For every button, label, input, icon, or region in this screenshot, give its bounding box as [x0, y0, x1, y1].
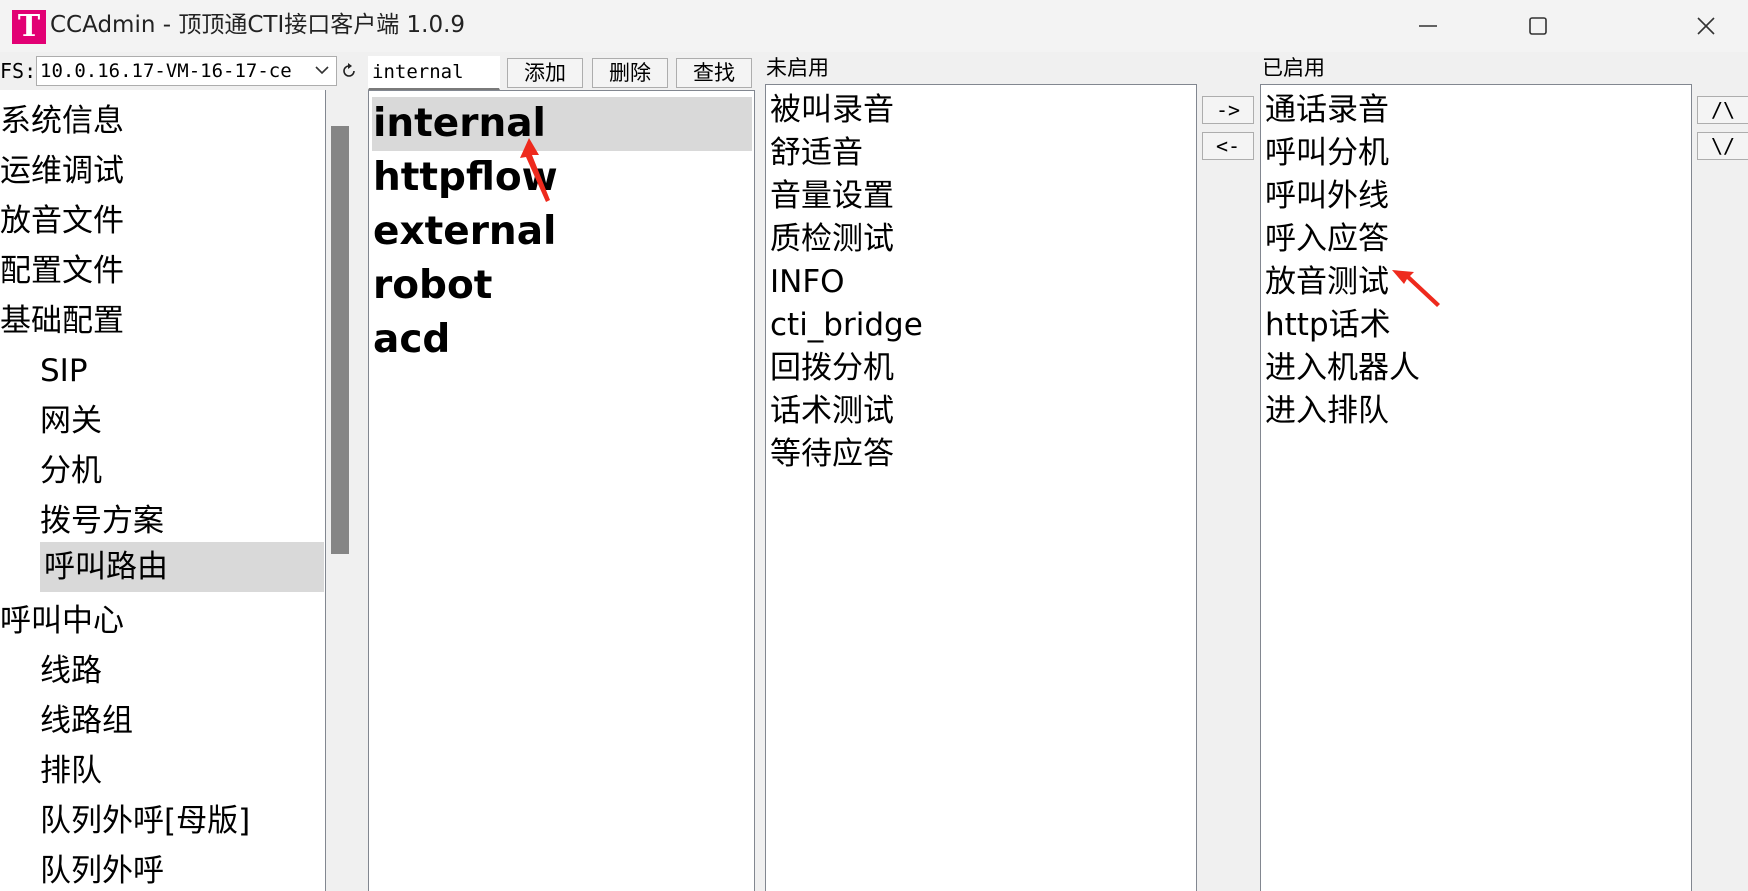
enabled-modules-list[interactable]: 通话录音 呼叫分机 呼叫外线 呼入应答 放音测试 http话术 进入机器人 进入… [1260, 84, 1692, 891]
delete-button[interactable]: 删除 [592, 58, 668, 88]
nav-tree[interactable]: 系统信息 运维调试 放音文件 配置文件 基础配置 SIP 网关 分机 拨号方案 … [0, 90, 326, 891]
list-item[interactable]: 通话录音 [1265, 89, 1389, 132]
list-item[interactable]: 音量设置 [770, 175, 894, 218]
disabled-list-caption: 未启用 [766, 56, 829, 80]
chevron-down-icon[interactable] [312, 60, 332, 80]
nav-item-sip[interactable]: SIP [40, 346, 88, 396]
list-item[interactable]: 呼叫外线 [1265, 175, 1389, 218]
nav-item-config-files[interactable]: 配置文件 [0, 246, 124, 296]
nav-item-basic-config[interactable]: 基础配置 [0, 296, 124, 346]
list-item[interactable]: 话术测试 [770, 390, 894, 433]
app-logo-icon: T [12, 10, 46, 44]
list-item[interactable]: INFO [770, 261, 845, 304]
nav-item-dialplan[interactable]: 拨号方案 [40, 496, 164, 546]
list-item[interactable]: 等待应答 [770, 433, 894, 476]
close-button[interactable] [1664, 0, 1748, 52]
nav-item-queue-outbound-template[interactable]: 队列外呼[母版] [40, 796, 250, 846]
nav-item-queue-outbound[interactable]: 队列外呼 [40, 846, 164, 891]
maximize-icon [1529, 17, 1547, 35]
list-item[interactable]: 回拨分机 [770, 347, 894, 390]
route-list[interactable]: internal httpflow external robot acd [368, 90, 755, 891]
nav-item-extension[interactable]: 分机 [40, 446, 102, 496]
window-title: CCAdmin - 顶顶通CTI接口客户端 1.0.9 [50, 12, 466, 38]
list-item[interactable]: 呼叫分机 [1265, 132, 1389, 175]
list-item[interactable]: 被叫录音 [770, 89, 894, 132]
list-item[interactable]: 进入排队 [1265, 390, 1389, 433]
list-item[interactable]: 舒适音 [770, 132, 863, 175]
route-item-acd[interactable]: acd [373, 313, 450, 367]
add-button[interactable]: 添加 [507, 58, 583, 88]
nav-item-ops-debug[interactable]: 运维调试 [0, 146, 124, 196]
search-button[interactable]: 查找 [676, 58, 752, 88]
refresh-icon[interactable] [340, 62, 358, 80]
list-item[interactable]: 放音测试 [1265, 261, 1389, 304]
fs-label: FS: [0, 59, 37, 83]
nav-item-call-center[interactable]: 呼叫中心 [0, 596, 124, 646]
route-item-robot[interactable]: robot [373, 259, 492, 313]
nav-item-audio-files[interactable]: 放音文件 [0, 196, 124, 246]
nav-item-line-groups[interactable]: 线路组 [40, 696, 133, 746]
minimize-icon [1419, 25, 1437, 27]
move-right-button[interactable]: -> [1202, 96, 1254, 124]
annotation-arrow-icon [520, 138, 550, 202]
move-down-button[interactable]: \/ [1697, 132, 1748, 160]
minimize-button[interactable] [1386, 0, 1470, 52]
list-item[interactable]: 进入机器人 [1265, 347, 1420, 390]
list-item[interactable]: cti_bridge [770, 304, 923, 347]
fs-server-select[interactable]: 10.0.16.17-VM-16-17-ce [36, 56, 337, 86]
nav-item-call-routing[interactable]: 呼叫路由 [40, 542, 324, 592]
list-item[interactable]: 呼入应答 [1265, 218, 1389, 261]
list-item[interactable]: http话术 [1265, 304, 1391, 347]
nav-item-gateway[interactable]: 网关 [40, 396, 102, 446]
nav-item-queues[interactable]: 排队 [40, 746, 102, 796]
nav-item-lines[interactable]: 线路 [40, 646, 102, 696]
move-left-button[interactable]: <- [1202, 132, 1254, 160]
move-up-button[interactable]: /\ [1697, 96, 1748, 124]
list-item[interactable]: 质检测试 [770, 218, 894, 261]
nav-scrollbar-thumb[interactable] [331, 126, 349, 554]
route-item-external[interactable]: external [373, 205, 556, 259]
maximize-button[interactable] [1496, 0, 1580, 52]
close-icon [1697, 17, 1715, 35]
enabled-list-caption: 已启用 [1262, 56, 1325, 80]
annotation-arrow-icon [1392, 270, 1440, 307]
disabled-modules-list[interactable]: 被叫录音 舒适音 音量设置 质检测试 INFO cti_bridge 回拨分机 … [765, 84, 1197, 891]
route-name-input[interactable]: internal [368, 56, 500, 90]
nav-item-system-info[interactable]: 系统信息 [0, 96, 124, 146]
